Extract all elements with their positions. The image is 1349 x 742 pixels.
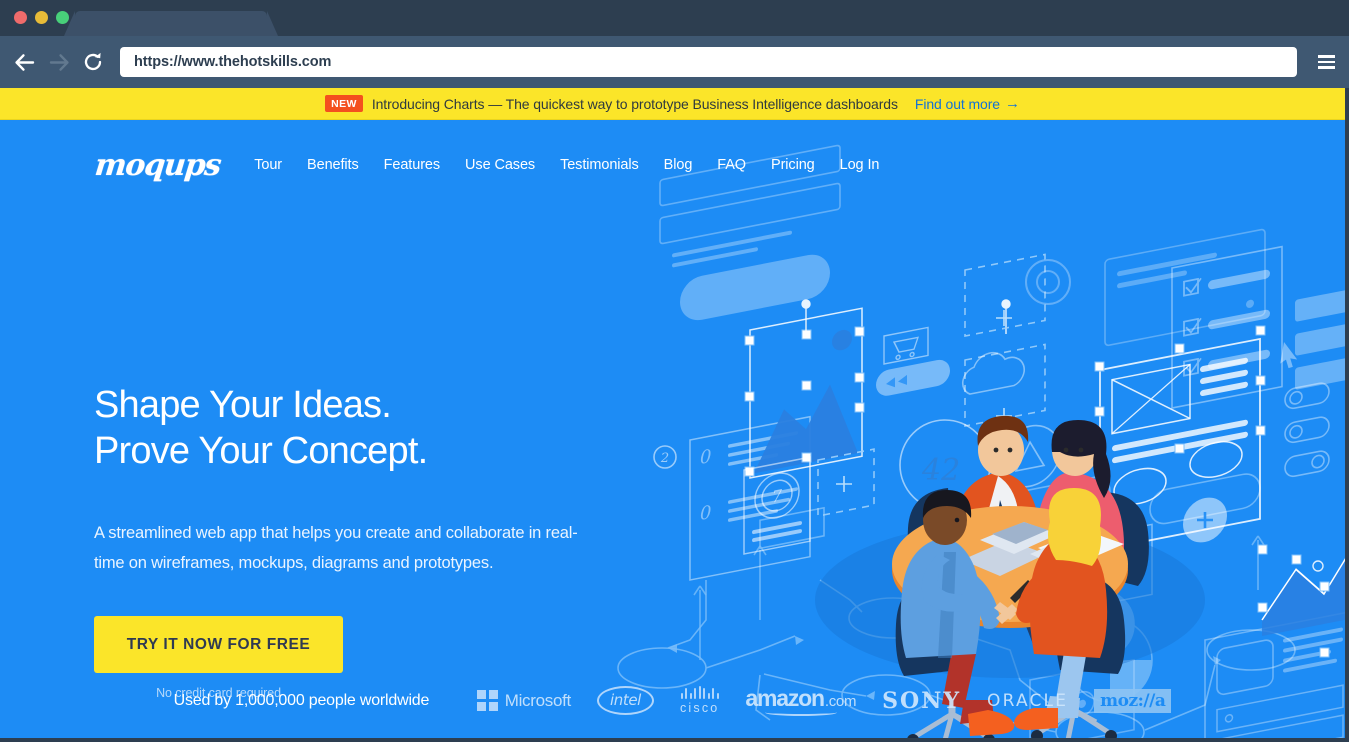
page-viewport: NEW Introducing Charts — The quickest wa… bbox=[0, 88, 1349, 742]
microsoft-logo: Microsoft bbox=[477, 690, 571, 711]
customer-logos-strip: Used by 1,000,000 people worldwide Micro… bbox=[0, 685, 1345, 716]
announcement-text: Introducing Charts — The quickest way to… bbox=[371, 95, 898, 112]
hero-copy: Shape Your Ideas. Prove Your Concept. A … bbox=[94, 382, 634, 700]
amazon-suffix: .com bbox=[824, 693, 857, 710]
oracle-label: ORACLE bbox=[987, 690, 1069, 711]
announcement-banner: NEW Introducing Charts — The quickest wa… bbox=[0, 88, 1345, 120]
hero-headline: Shape Your Ideas. Prove Your Concept. bbox=[94, 382, 634, 475]
svg-text:7: 7 bbox=[772, 486, 783, 507]
intel-logo: intel bbox=[596, 686, 654, 715]
arrow-right-icon: → bbox=[1004, 95, 1020, 112]
cisco-label: cisco bbox=[679, 701, 720, 715]
mozilla-logo: moz://a bbox=[1094, 688, 1172, 713]
intel-label: intel bbox=[596, 686, 654, 715]
svg-text:0: 0 bbox=[700, 446, 711, 469]
browser-tab[interactable] bbox=[64, 11, 278, 36]
browser-toolbar: https://www.thehotskills.com bbox=[0, 36, 1349, 88]
cisco-logo: cisco bbox=[680, 686, 719, 715]
amazon-wordmark: amazon .com bbox=[745, 685, 856, 712]
svg-text:2: 2 bbox=[660, 451, 669, 466]
nav-item-blog[interactable]: Blog bbox=[664, 157, 693, 173]
oracle-logo: ORACLE bbox=[987, 691, 1068, 711]
window-controls bbox=[14, 11, 69, 24]
nav-item-testimonials[interactable]: Testimonials bbox=[560, 157, 639, 173]
nav-item-faq[interactable]: FAQ bbox=[717, 157, 746, 173]
amazon-smile-icon bbox=[764, 709, 837, 716]
address-bar-url: https://www.thehotskills.com bbox=[134, 54, 332, 70]
microsoft-label: Microsoft bbox=[504, 690, 572, 710]
hero-subcopy: A streamlined web app that helps you cre… bbox=[94, 523, 578, 572]
sony-label: SONY bbox=[882, 687, 962, 714]
amazon-label: amazon bbox=[745, 685, 825, 711]
new-badge: NEW bbox=[325, 95, 363, 112]
hero-headline-line-1: Shape Your Ideas. bbox=[94, 384, 392, 426]
svg-text:42: 42 bbox=[921, 453, 960, 488]
microsoft-squares-icon bbox=[477, 690, 498, 711]
close-window-icon[interactable] bbox=[14, 11, 27, 24]
mozilla-label: moz://a bbox=[1094, 688, 1172, 713]
amazon-logo: amazon .com bbox=[745, 685, 856, 716]
minimize-window-icon[interactable] bbox=[35, 11, 48, 24]
nav-item-benefits[interactable]: Benefits bbox=[307, 157, 359, 173]
forward-button[interactable] bbox=[42, 45, 76, 79]
sony-logo: SONY bbox=[882, 688, 961, 714]
browser-titlebar bbox=[0, 0, 1349, 36]
nav-item-tour[interactable]: Tour bbox=[254, 157, 282, 173]
nav-item-features[interactable]: Features bbox=[384, 157, 441, 173]
nav-links: Tour Benefits Features Use Cases Testimo… bbox=[254, 157, 879, 173]
nav-item-log-in[interactable]: Log In bbox=[840, 157, 880, 173]
svg-text:0: 0 bbox=[700, 502, 711, 525]
hamburger-menu-icon[interactable] bbox=[1311, 47, 1337, 77]
find-out-more-label: Find out more bbox=[914, 95, 1000, 112]
cisco-bars-icon bbox=[680, 686, 719, 699]
try-it-now-button[interactable]: TRY IT NOW FOR FREE bbox=[94, 616, 343, 674]
moqups-logo[interactable]: moqups bbox=[93, 148, 222, 183]
back-button[interactable] bbox=[8, 45, 42, 79]
nav-item-use-cases[interactable]: Use Cases bbox=[465, 157, 535, 173]
browser-window: https://www.thehotskills.com NEW Introdu… bbox=[0, 0, 1349, 742]
address-bar[interactable]: https://www.thehotskills.com bbox=[120, 47, 1297, 77]
hero-headline-line-2: Prove Your Concept. bbox=[94, 430, 428, 473]
svg-text:1: 1 bbox=[1004, 551, 1012, 566]
used-by-headline: Used by 1,000,000 people worldwide bbox=[173, 691, 430, 709]
nav-item-pricing[interactable]: Pricing bbox=[771, 157, 815, 173]
hero-section: 2 0 0 7 1 42 moqups Tour Benefits Featur… bbox=[0, 120, 1345, 738]
reload-button[interactable] bbox=[76, 45, 110, 79]
site-navigation: moqups Tour Benefits Features Use Cases … bbox=[0, 142, 1345, 188]
find-out-more-link[interactable]: Find out more → bbox=[915, 96, 1020, 112]
